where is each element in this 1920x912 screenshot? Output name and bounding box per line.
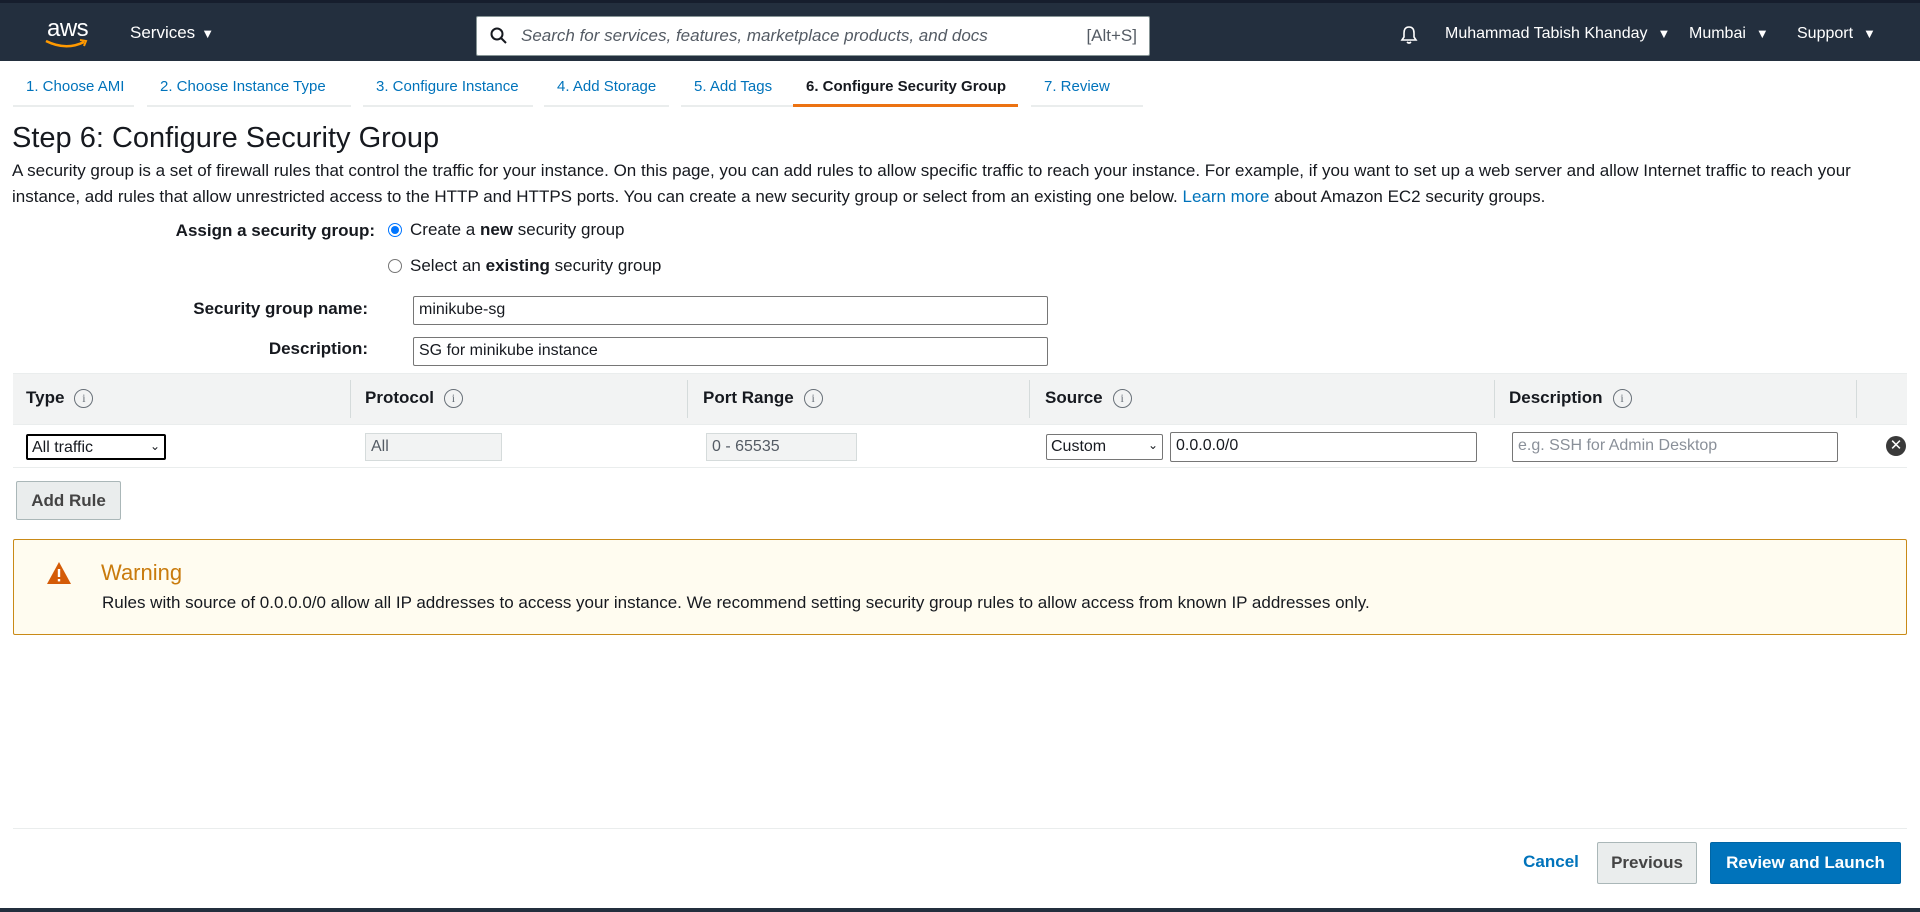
tab-label: 4. Add Storage [557, 78, 657, 95]
intro-text-end: about Amazon EC2 security groups. [1274, 187, 1546, 206]
tab-label: 5. Add Tags [694, 78, 773, 95]
column-divider [1494, 380, 1495, 418]
support-label: Support [1797, 25, 1854, 42]
rules-table-header: Type i Protocol i Port Range i Source i Desc… [13, 373, 1907, 425]
chevron-down-icon: ⌄ [1147, 438, 1158, 452]
add-rule-button[interactable]: Add Rule [16, 481, 121, 520]
cancel-button[interactable]: Cancel [1512, 852, 1590, 874]
intro-text: A security group is a set of firewall ru… [12, 161, 1851, 206]
page-title: Step 6: Configure Security Group [12, 122, 440, 154]
column-divider [350, 380, 351, 418]
tab-label: 6. Configure Security Group [806, 78, 1007, 95]
notifications-bell-icon[interactable] [1400, 25, 1418, 45]
tab-add-tags[interactable]: 5. Add Tags [681, 61, 793, 107]
column-divider [1029, 380, 1030, 418]
info-icon[interactable]: i [1112, 388, 1132, 408]
warning-title: Warning [101, 560, 183, 585]
tab-choose-instance-type[interactable]: 2. Choose Instance Type [147, 61, 351, 107]
table-row: All traffic ⌄ All 0 - 65535 Custom ⌄ 0.0… [13, 425, 1907, 468]
tab-label: 1. Choose AMI [26, 78, 125, 95]
description-label: Description: [268, 339, 368, 358]
option-text: security group [517, 220, 625, 239]
option-text: security group [554, 256, 662, 275]
security-group-name-label: Security group name: [193, 299, 368, 318]
search-placeholder: Search for services, features, marketpla… [521, 26, 988, 45]
rule-protocol-field: All [365, 433, 502, 461]
rule-source-value: Custom [1051, 438, 1107, 455]
tab-configure-instance[interactable]: 3. Configure Instance [363, 61, 533, 107]
tab-add-storage[interactable]: 4. Add Storage [544, 61, 669, 107]
header-description: Description i [1509, 388, 1632, 408]
rule-source-cidr-input[interactable]: 0.0.0.0/0 [1170, 432, 1477, 462]
services-menu[interactable]: Services ▼ [130, 23, 214, 43]
tab-label: 7. Review [1044, 78, 1110, 95]
column-divider [687, 380, 688, 418]
previous-button[interactable]: Previous [1597, 842, 1697, 884]
option-text: Select an [410, 256, 481, 275]
radio-selected-icon[interactable] [388, 223, 402, 237]
search-input[interactable]: Search for services, features, marketpla… [476, 16, 1150, 56]
description-input[interactable]: SG for minikube instance [413, 337, 1048, 366]
option-bold: new [479, 220, 513, 239]
info-icon[interactable]: i [803, 388, 823, 408]
tab-choose-ami[interactable]: 1. Choose AMI [13, 61, 134, 107]
bottom-bar [0, 908, 1920, 912]
rule-type-value: All traffic [32, 439, 94, 456]
rule-port-range-field: 0 - 65535 [706, 433, 857, 461]
radio-create-new[interactable]: Create a new security group [388, 220, 625, 240]
support-menu[interactable]: Support ▼ [1797, 25, 1876, 43]
aws-smile-icon [45, 39, 88, 48]
rule-source-select[interactable]: Custom ⌄ [1046, 434, 1163, 460]
assign-security-group-label: Assign a security group: [175, 221, 375, 240]
aws-logo[interactable]: aws [44, 15, 89, 51]
header-label: Port Range [703, 388, 794, 407]
rule-type-select[interactable]: All traffic ⌄ [26, 434, 166, 460]
warning-icon [47, 562, 71, 584]
warning-body: Rules with source of 0.0.0.0/0 allow all… [102, 593, 1370, 612]
rule-description-input[interactable]: e.g. SSH for Admin Desktop [1512, 432, 1838, 462]
search-shortcut: [Alt+S] [1086, 26, 1137, 45]
learn-more-link[interactable]: Learn more [1182, 187, 1269, 206]
info-icon[interactable]: i [443, 388, 463, 408]
remove-rule-close-icon[interactable]: ✕ [1886, 436, 1906, 456]
header-label: Protocol [365, 388, 434, 407]
option-text: Create a [410, 220, 476, 239]
tab-review[interactable]: 7. Review [1031, 61, 1143, 107]
info-icon[interactable]: i [1612, 388, 1632, 408]
caret-down-icon: ▼ [1657, 26, 1671, 41]
radio-select-existing[interactable]: Select an existing security group [388, 256, 661, 276]
header-port-range: Port Range i [703, 388, 823, 408]
tab-label: 2. Choose Instance Type [160, 78, 326, 95]
account-name: Muhammad Tabish Khanday [1445, 25, 1648, 42]
page-intro: A security group is a set of firewall ru… [12, 158, 1912, 210]
caret-down-icon: ▼ [1863, 26, 1876, 41]
header-protocol: Protocol i [365, 388, 463, 408]
header-type: Type i [26, 388, 94, 408]
tab-label: 3. Configure Instance [376, 78, 519, 95]
top-nav: aws Services ▼ Search for services, featu… [0, 0, 1920, 61]
warning-alert: Warning Rules with source of 0.0.0.0/0 a… [13, 539, 1907, 635]
info-icon[interactable]: i [74, 388, 94, 408]
search-icon [490, 27, 507, 44]
column-divider [1856, 380, 1857, 418]
security-group-name-input[interactable]: minikube-sg [413, 296, 1048, 325]
option-bold: existing [485, 256, 550, 275]
caret-down-icon: ▼ [201, 26, 215, 41]
header-label: Type [26, 388, 65, 407]
header-label: Source [1045, 388, 1103, 407]
chevron-down-icon: ⌄ [149, 439, 160, 453]
region-menu[interactable]: Mumbai ▼ [1689, 25, 1769, 43]
radio-unselected-icon[interactable] [388, 259, 402, 273]
header-label: Description [1509, 388, 1603, 407]
tab-configure-security-group[interactable]: 6. Configure Security Group [793, 61, 1018, 107]
caret-down-icon: ▼ [1755, 26, 1769, 41]
account-menu[interactable]: Muhammad Tabish Khanday ▼ [1445, 25, 1670, 43]
services-label: Services [130, 23, 196, 42]
review-and-launch-button[interactable]: Review and Launch [1710, 842, 1901, 884]
region-name: Mumbai [1689, 25, 1746, 42]
header-source: Source i [1045, 388, 1132, 408]
footer-divider [13, 828, 1907, 829]
